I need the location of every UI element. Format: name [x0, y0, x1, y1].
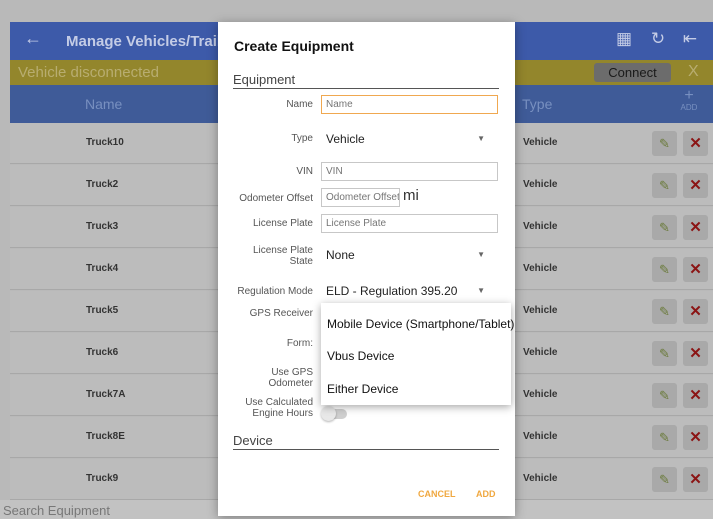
name-field[interactable] [321, 95, 498, 114]
edit-pencil-icon[interactable]: ✎ [652, 383, 677, 408]
regulation-mode-value: ELD - Regulation 395.20 [326, 284, 458, 298]
type-label: Type [291, 133, 313, 144]
row-type: Vehicle [523, 179, 558, 190]
row-type: Vehicle [523, 263, 558, 274]
search-input[interactable]: Search Equipment [3, 503, 110, 518]
use-calculated-engine-hours-toggle[interactable] [321, 406, 347, 421]
type-value: Vehicle [326, 132, 365, 146]
license-plate-state-select[interactable]: None ▼ [321, 245, 498, 265]
connect-button[interactable]: Connect [594, 63, 671, 82]
row-type: Vehicle [523, 305, 558, 316]
gps-receiver-dropdown: Mobile Device (Smartphone/Tablet) Vbus D… [321, 303, 514, 405]
section-equipment: Equipment [233, 72, 499, 89]
edit-pencil-icon[interactable]: ✎ [652, 215, 677, 240]
delete-x-icon[interactable]: ✕ [683, 173, 708, 198]
edit-pencil-icon[interactable]: ✎ [652, 467, 677, 492]
vin-field[interactable] [321, 162, 498, 181]
add-equipment-button[interactable]: + ADD [676, 87, 702, 113]
delete-x-icon[interactable]: ✕ [683, 257, 708, 282]
dropdown-caret-icon: ▼ [477, 250, 485, 259]
dialog-title: Create Equipment [234, 38, 354, 54]
license-plate-state-value: None [326, 248, 355, 262]
header-name: Name [85, 96, 123, 112]
row-name: Truck9 [86, 473, 119, 484]
edit-pencil-icon[interactable]: ✎ [652, 173, 677, 198]
license-plate-state-label: License Plate State [252, 245, 313, 267]
row-name: Truck2 [86, 179, 119, 190]
row-type: Vehicle [523, 389, 558, 400]
device-export-icon[interactable]: ▦ [613, 29, 635, 51]
odometer-unit: mi [403, 187, 419, 204]
refresh-icon[interactable]: ↻ [647, 29, 669, 51]
row-name: Truck8E [86, 431, 125, 442]
delete-x-icon[interactable]: ✕ [683, 383, 708, 408]
header-type: Type [522, 96, 553, 112]
toggle-knob [321, 406, 336, 421]
add-label: ADD [680, 103, 698, 112]
delete-x-icon[interactable]: ✕ [683, 131, 708, 156]
delete-x-icon[interactable]: ✕ [683, 215, 708, 240]
edit-pencil-icon[interactable]: ✎ [652, 425, 677, 450]
name-label: Name [286, 99, 313, 110]
edit-pencil-icon[interactable]: ✎ [652, 257, 677, 282]
license-plate-label: License Plate [252, 218, 313, 229]
row-type: Vehicle [523, 137, 558, 148]
dismiss-status-button[interactable]: X [688, 63, 699, 81]
dropdown-option[interactable]: Either Device [327, 382, 398, 396]
type-select[interactable]: Vehicle ▼ [321, 129, 498, 149]
section-device: Device [233, 433, 499, 450]
arrow-left-icon[interactable]: ← [24, 28, 42, 49]
vin-label: VIN [296, 166, 313, 177]
dropdown-option[interactable]: Mobile Device (Smartphone/Tablet) [327, 317, 514, 331]
license-plate-field[interactable] [321, 214, 498, 233]
row-type: Vehicle [523, 431, 558, 442]
odometer-offset-field[interactable] [321, 188, 400, 207]
row-name: Truck3 [86, 221, 119, 232]
row-name: Truck10 [86, 137, 124, 148]
gps-receiver-label: GPS Receiver [249, 308, 313, 319]
row-name: Truck7A [86, 389, 126, 400]
edit-pencil-icon[interactable]: ✎ [652, 341, 677, 366]
dropdown-option[interactable]: Vbus Device [327, 349, 394, 363]
cancel-button[interactable]: CANCEL [418, 489, 456, 499]
form-label: Form: [286, 338, 313, 349]
create-equipment-dialog: Create Equipment Equipment Name Type Veh… [218, 22, 515, 516]
plus-icon: + [684, 87, 694, 104]
row-name: Truck4 [86, 263, 119, 274]
page-title: Manage Vehicles/Trailer [66, 33, 236, 50]
edit-pencil-icon[interactable]: ✎ [652, 299, 677, 324]
row-type: Vehicle [523, 347, 558, 358]
row-type: Vehicle [523, 221, 558, 232]
delete-x-icon[interactable]: ✕ [683, 425, 708, 450]
row-name: Truck6 [86, 347, 119, 358]
logout-icon[interactable]: ⇤ [679, 29, 701, 51]
row-name: Truck5 [86, 305, 119, 316]
status-message: Vehicle disconnected [18, 64, 159, 81]
row-type: Vehicle [523, 473, 558, 484]
delete-x-icon[interactable]: ✕ [683, 467, 708, 492]
delete-x-icon[interactable]: ✕ [683, 299, 708, 324]
regulation-mode-select[interactable]: ELD - Regulation 395.20 ▼ [321, 281, 498, 301]
delete-x-icon[interactable]: ✕ [683, 341, 708, 366]
use-gps-odometer-label: Use GPS Odometer [268, 367, 313, 389]
odometer-offset-label: Odometer Offset [239, 193, 313, 204]
dropdown-caret-icon: ▼ [477, 134, 485, 143]
use-calculated-engine-hours-label: Use Calculated Engine Hours [245, 397, 313, 419]
dropdown-caret-icon: ▼ [477, 286, 485, 295]
regulation-mode-label: Regulation Mode [237, 286, 313, 297]
add-button[interactable]: ADD [476, 489, 496, 499]
edit-pencil-icon[interactable]: ✎ [652, 131, 677, 156]
